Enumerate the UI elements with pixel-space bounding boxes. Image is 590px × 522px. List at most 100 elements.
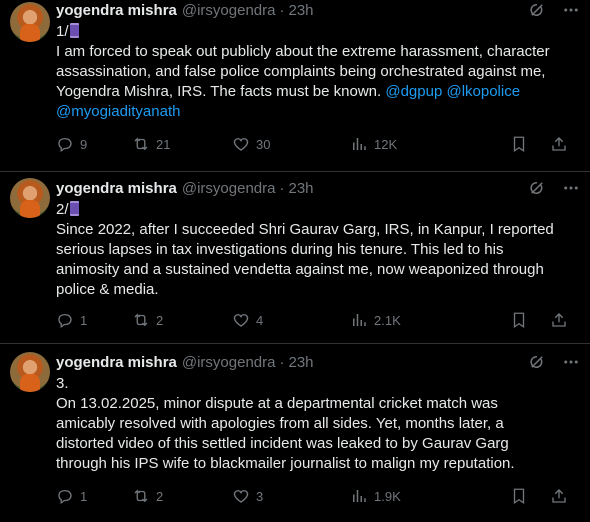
text-line: police & media.	[56, 281, 159, 298]
share-button[interactable]	[550, 135, 568, 153]
mention-link[interactable]: @dgpup	[385, 83, 442, 100]
mention-link[interactable]: @myogiadityanath	[56, 102, 576, 122]
more-icon[interactable]	[562, 353, 580, 371]
reply-count: 9	[80, 136, 88, 152]
grok-icon[interactable]	[528, 1, 546, 19]
text-line: Since 2022, after I succeeded Shri Gaura…	[56, 221, 554, 238]
thread-number: 2/	[56, 201, 69, 218]
more-icon[interactable]	[562, 1, 580, 19]
views-button[interactable]: 12K	[350, 135, 397, 153]
separator-dot: ·	[279, 179, 285, 197]
author-handle[interactable]: @irsyogendra	[182, 2, 276, 19]
text-line: Yogendra Mishra, IRS. The facts must be …	[56, 83, 386, 100]
bookmark-icon	[513, 312, 525, 329]
views-button[interactable]: 2.1K	[350, 311, 401, 329]
text-line: On 13.02.2025, minor dispute at a depart…	[56, 395, 498, 412]
repost-count: 21	[156, 136, 171, 152]
reply-button[interactable]: 1	[56, 487, 87, 505]
author-name[interactable]: yogendra mishra	[56, 2, 177, 19]
more-icon[interactable]	[562, 179, 580, 197]
tweet-text: 3. On 13.02.2025, minor dispute at a dep…	[56, 374, 576, 474]
tweet-header: yogendra mishra @irsyogendra · 23h	[56, 0, 314, 20]
bookmark-button[interactable]	[510, 487, 528, 505]
spool-of-thread-emoji	[69, 23, 79, 38]
views-button[interactable]: 1.9K	[350, 487, 401, 505]
mention-link[interactable]: @lkopolice	[446, 83, 520, 100]
share-button[interactable]	[550, 487, 568, 505]
heart-icon	[233, 490, 249, 503]
like-button[interactable]: 30	[232, 135, 270, 153]
tweet-header: yogendra mishra @irsyogendra · 23h	[56, 352, 314, 372]
repost-icon	[134, 489, 148, 503]
reply-icon	[58, 490, 72, 505]
reply-count: 1	[80, 312, 88, 328]
reply-button[interactable]: 9	[56, 135, 87, 153]
share-button[interactable]	[550, 311, 568, 329]
tweet-text: 2/ Since 2022, after I succeeded Shri Ga…	[56, 200, 576, 300]
text-line: serious lapses in tax investigations dur…	[56, 241, 504, 258]
text-line: assassination, and false police complain…	[56, 63, 546, 80]
grok-icon[interactable]	[528, 353, 546, 371]
separator-dot: ·	[279, 353, 285, 371]
reply-icon	[58, 314, 72, 329]
view-count: 12K	[374, 136, 398, 152]
separator-dot: ·	[279, 1, 285, 19]
avatar[interactable]	[10, 2, 50, 42]
tweet-header: yogendra mishra @irsyogendra · 23h	[56, 178, 314, 198]
tweet-text: 1/ I am forced to speak out publicly abo…	[56, 22, 576, 122]
text-line: through his IPS wife to blackmailer jour…	[56, 455, 515, 472]
share-icon	[552, 489, 566, 503]
author-name[interactable]: yogendra mishra	[56, 354, 177, 371]
like-count: 4	[256, 312, 264, 328]
heart-icon	[233, 138, 249, 151]
text-line: animosity and a sustained vendetta again…	[56, 261, 544, 278]
repost-button[interactable]: 2	[132, 311, 163, 329]
reply-count: 1	[80, 488, 88, 504]
bookmark-icon	[513, 136, 525, 153]
tweet-1[interactable]: yogendra mishra @irsyogendra · 23h 1/ I …	[0, 0, 590, 172]
reply-icon	[58, 138, 72, 153]
text-line: I am forced to speak out publicly about …	[56, 43, 550, 60]
grok-icon[interactable]	[528, 179, 546, 197]
like-button[interactable]: 4	[232, 311, 263, 329]
repost-button[interactable]: 2	[132, 487, 163, 505]
heart-icon	[233, 314, 249, 327]
author-handle[interactable]: @irsyogendra	[182, 180, 276, 197]
views-icon	[353, 490, 366, 502]
action-bar: 9 21 30 12K	[56, 135, 576, 155]
view-count: 2.1K	[374, 312, 401, 328]
bookmark-button[interactable]	[510, 311, 528, 329]
share-icon	[552, 137, 566, 151]
views-icon	[353, 138, 366, 150]
spool-of-thread-emoji	[69, 201, 79, 216]
author-name[interactable]: yogendra mishra	[56, 180, 177, 197]
repost-icon	[134, 137, 148, 151]
action-bar: 1 2 4 2.1K	[56, 311, 576, 331]
reply-button[interactable]: 1	[56, 311, 87, 329]
tweet-3[interactable]: yogendra mishra @irsyogendra · 23h 3. On…	[0, 344, 590, 522]
like-button[interactable]: 3	[232, 487, 263, 505]
text-line: distorted video of this settled incident…	[56, 435, 509, 452]
bookmark-icon	[513, 488, 525, 505]
repost-count: 2	[156, 312, 164, 328]
timestamp[interactable]: 23h	[288, 180, 313, 197]
view-count: 1.9K	[374, 488, 401, 504]
views-icon	[353, 314, 366, 326]
timestamp[interactable]: 23h	[288, 354, 313, 371]
repost-button[interactable]: 21	[132, 135, 170, 153]
author-handle[interactable]: @irsyogendra	[182, 354, 276, 371]
tweet-2[interactable]: yogendra mishra @irsyogendra · 23h 2/ Si…	[0, 172, 590, 344]
share-icon	[552, 313, 566, 327]
like-count: 30	[256, 136, 271, 152]
thread-number: 1/	[56, 23, 69, 40]
bookmark-button[interactable]	[510, 135, 528, 153]
repost-icon	[134, 313, 148, 327]
thread-number: 3.	[56, 375, 69, 392]
repost-count: 2	[156, 488, 164, 504]
text-line: amicably resolved with apologies from al…	[56, 415, 504, 432]
avatar[interactable]	[10, 352, 50, 392]
like-count: 3	[256, 488, 264, 504]
timestamp[interactable]: 23h	[288, 2, 313, 19]
avatar[interactable]	[10, 178, 50, 218]
action-bar: 1 2 3 1.9K	[56, 487, 576, 507]
